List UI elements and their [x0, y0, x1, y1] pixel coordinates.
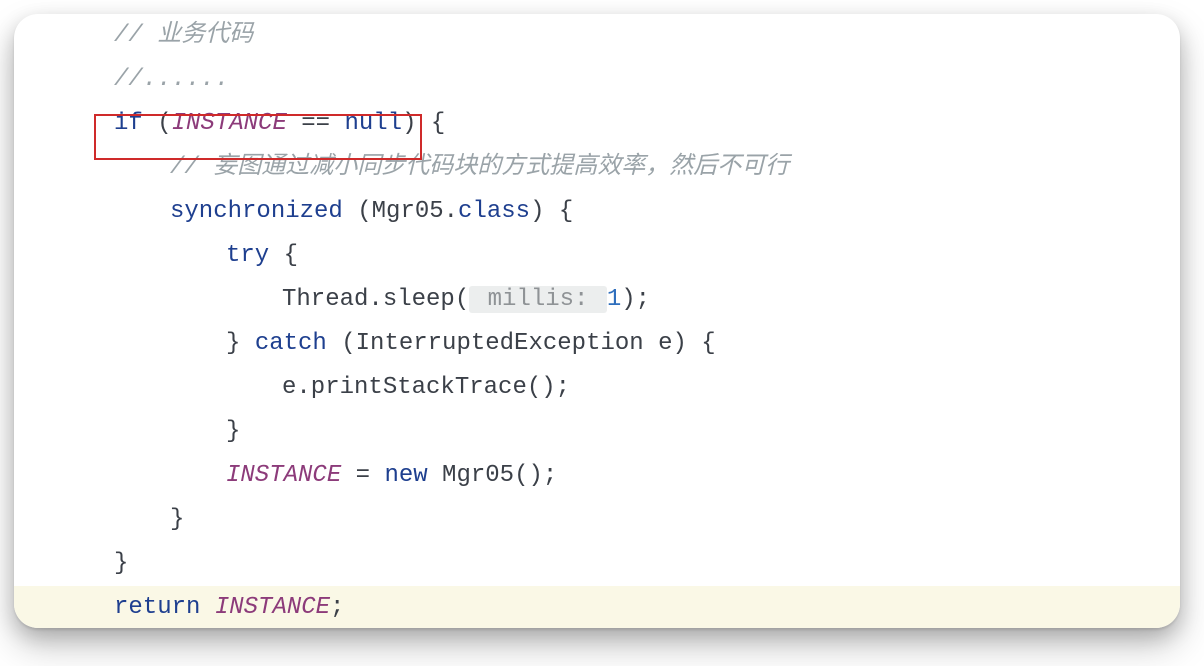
return-semi: ; [330, 594, 344, 621]
sync-target-open: (Mgr05. [343, 198, 458, 225]
instance-ref-1: INSTANCE [172, 110, 287, 137]
instance-return: INSTANCE [215, 594, 330, 621]
paren-open: ( [143, 110, 172, 137]
keyword-synchronized: synchronized [170, 198, 343, 225]
code-card: // 业务代码 //...... if (INSTANCE == null) {… [14, 14, 1180, 628]
code-line-9: e.printStackTrace(); [14, 366, 1180, 410]
if-close-brace: } [114, 550, 128, 577]
code-line-4: // 妄图通过减小同步代码块的方式提高效率，然后不可行 [14, 146, 1180, 190]
keyword-null: null [344, 110, 402, 137]
catch-args: (InterruptedException e) { [327, 330, 716, 357]
keyword-if: if [114, 110, 143, 137]
code-line-10: } [14, 410, 1180, 454]
keyword-class: class [458, 198, 530, 225]
try-close-brace: } [226, 330, 255, 357]
code-line-2: //...... [14, 58, 1180, 102]
keyword-new: new [384, 462, 427, 489]
code-line-11: INSTANCE = new Mgr05(); [14, 454, 1180, 498]
try-brace: { [269, 242, 298, 269]
code-line-1: // 业务代码 [14, 14, 1180, 58]
sync-target-close: ) { [530, 198, 573, 225]
param-hint-millis: millis: [469, 286, 607, 313]
keyword-return: return [114, 594, 200, 621]
code-line-12: } [14, 498, 1180, 542]
keyword-try: try [226, 242, 269, 269]
comment-ellipsis: //...... [114, 66, 229, 93]
code-line-3: if (INSTANCE == null) { [14, 102, 1180, 146]
code-line-7: Thread.sleep( millis: 1); [14, 278, 1180, 322]
catch-close-brace: } [226, 418, 240, 445]
thread-sleep-call: Thread.sleep( [282, 286, 469, 313]
code-line-13: } [14, 542, 1180, 586]
sync-close-brace: } [170, 506, 184, 533]
paren-close-1: ) { [402, 110, 445, 137]
assign-eq: = [341, 462, 384, 489]
instance-assign: INSTANCE [226, 462, 341, 489]
code-line-6: try { [14, 234, 1180, 278]
comment-sync-note: // 妄图通过减小同步代码块的方式提高效率，然后不可行 [170, 154, 789, 181]
literal-1: 1 [607, 286, 621, 313]
operator-eq: == [287, 110, 345, 137]
ctor-call: Mgr05(); [428, 462, 558, 489]
code-area: // 业务代码 //...... if (INSTANCE == null) {… [14, 14, 1180, 628]
sleep-close: ); [621, 286, 650, 313]
code-line-8: } catch (InterruptedException e) { [14, 322, 1180, 366]
code-line-5: synchronized (Mgr05.class) { [14, 190, 1180, 234]
code-line-14-return: return INSTANCE; [14, 586, 1180, 628]
keyword-catch: catch [255, 330, 327, 357]
return-space [200, 594, 214, 621]
comment-business: // 业务代码 [114, 22, 253, 49]
print-stack-trace: e.printStackTrace(); [282, 374, 570, 401]
